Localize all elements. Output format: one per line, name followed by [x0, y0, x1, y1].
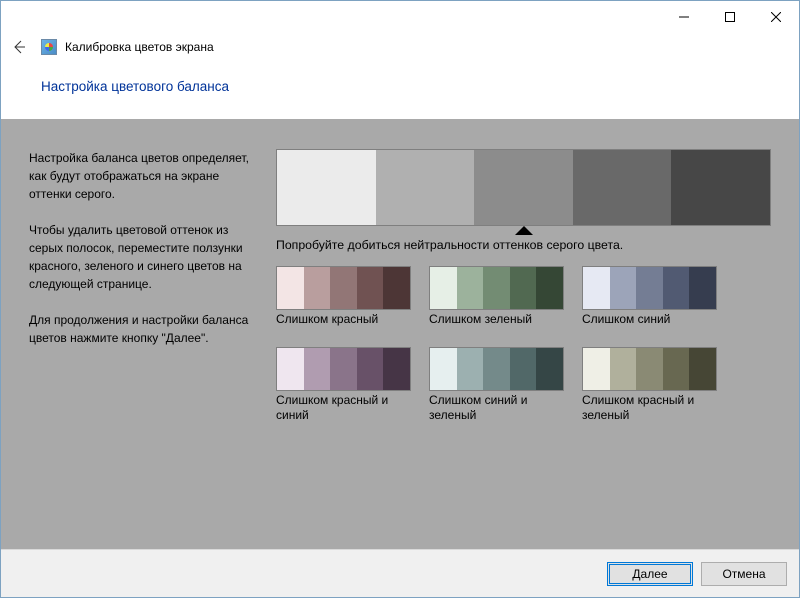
footer: Далее Отмена [1, 549, 799, 597]
instruction-paragraph: Для продолжения и настройки баланса цвет… [29, 311, 264, 347]
app-title: Калибровка цветов экрана [65, 40, 214, 54]
header: Калибровка цветов экрана [1, 33, 799, 61]
sample-too-yellow [582, 347, 717, 391]
cancel-button[interactable]: Отмена [701, 562, 787, 586]
page-heading: Настройка цветового баланса [1, 61, 799, 119]
sample-label: Слишком зеленый [429, 312, 564, 327]
sample-too-magenta [276, 347, 411, 391]
close-button[interactable] [753, 1, 799, 33]
sample-label: Слишком синий и зеленый [429, 393, 564, 423]
sample-too-green [429, 266, 564, 310]
neutral-gray-sample [276, 149, 771, 226]
instruction-paragraph: Чтобы удалить цветовой оттенок из серых … [29, 221, 264, 293]
back-button[interactable] [7, 35, 31, 59]
instruction-paragraph: Настройка баланса цветов определяет, как… [29, 149, 264, 203]
neutral-caption: Попробуйте добиться нейтральности оттенк… [276, 238, 771, 252]
sample-label: Слишком красный и синий [276, 393, 411, 423]
sample-too-red [276, 266, 411, 310]
sample-label: Слишком красный и зеленый [582, 393, 717, 423]
instructions-column: Настройка баланса цветов определяет, как… [29, 149, 264, 423]
app-icon [41, 39, 57, 55]
sample-too-blue [582, 266, 717, 310]
maximize-button[interactable] [707, 1, 753, 33]
pointer-icon [276, 224, 771, 238]
sample-label: Слишком синий [582, 312, 717, 327]
titlebar [1, 1, 799, 33]
sample-label: Слишком красный [276, 312, 411, 327]
minimize-button[interactable] [661, 1, 707, 33]
sample-too-cyan [429, 347, 564, 391]
samples-column: Попробуйте добиться нейтральности оттенк… [276, 149, 771, 423]
next-button[interactable]: Далее [607, 562, 693, 586]
content-area: Настройка баланса цветов определяет, как… [1, 119, 799, 549]
